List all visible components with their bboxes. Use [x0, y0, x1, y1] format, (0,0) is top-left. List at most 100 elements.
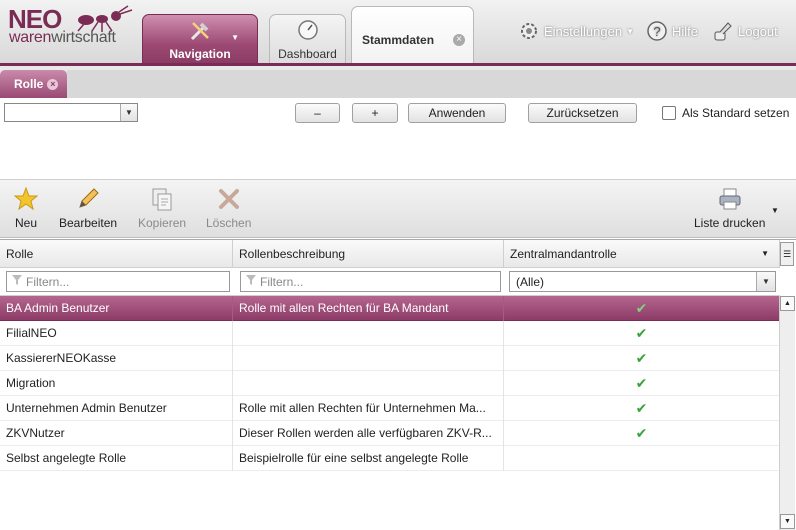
star-icon — [12, 186, 40, 212]
chevron-down-icon[interactable]: ▼ — [756, 272, 775, 291]
tab-navigation-label: Navigation — [169, 47, 231, 61]
remove-filter-button[interactable]: – — [295, 103, 340, 123]
filter-zentral-select[interactable]: (Alle) ▼ — [509, 271, 776, 292]
cell-zentralmandantrolle: ✔ — [504, 321, 780, 346]
checkmark-icon: ✔ — [635, 325, 648, 341]
vertical-scrollbar[interactable]: ▲ ▼ — [779, 296, 795, 530]
tab-rolle[interactable]: Rolle × — [0, 70, 67, 98]
edit-button[interactable]: Bearbeiten — [59, 186, 117, 230]
cell-rolle: FilialNEO — [0, 321, 233, 346]
cell-zentralmandantrolle: ✔ — [504, 346, 780, 371]
help-button[interactable]: ? Hilfe — [646, 19, 698, 43]
logout-label: Logout — [738, 23, 778, 39]
scroll-up-icon[interactable]: ▲ — [780, 296, 795, 311]
table-row[interactable]: BA Admin Benutzer Rolle mit allen Rechten… — [0, 296, 780, 321]
cell-rolle: KassiererNEOKasse — [0, 346, 233, 371]
cell-zentralmandantrolle — [504, 446, 780, 471]
filter-beschreibung-input[interactable]: Filtern... — [240, 271, 501, 292]
add-filter-button[interactable]: + — [352, 103, 398, 123]
printer-icon — [716, 186, 744, 212]
app-logo: NEO warenwirtschaft — [8, 4, 138, 48]
cell-rolle: Migration — [0, 371, 233, 396]
column-header-beschreibung[interactable]: Rollenbeschreibung — [233, 240, 504, 268]
table-row[interactable]: Migration ✔ — [0, 371, 780, 396]
subtab-strip-fill — [67, 70, 796, 98]
column-header-rolle[interactable]: Rolle — [0, 240, 233, 268]
delete-label: Löschen — [206, 216, 252, 230]
column-header-zentral-label: Zentralmandantrolle — [510, 247, 617, 261]
close-icon[interactable]: × — [453, 34, 465, 46]
checkmark-icon: ✔ — [635, 375, 648, 391]
cell-rolle: BA Admin Benutzer — [0, 296, 233, 321]
help-label: Hilfe — [672, 23, 699, 39]
svg-text:?: ? — [653, 24, 660, 39]
cell-rolle: Unternehmen Admin Benutzer — [0, 396, 233, 421]
tab-dashboard[interactable]: Dashboard — [269, 14, 346, 64]
filter-preset-select[interactable]: ▼ — [4, 103, 138, 122]
new-label: Neu — [14, 216, 37, 230]
funnel-icon — [245, 274, 257, 289]
tools-icon — [190, 22, 209, 41]
filter-bar: ▼ – + Anwenden Zurücksetzen Als Standard… — [0, 98, 796, 180]
logout-button[interactable]: Logout — [712, 19, 778, 43]
app-header: NEO warenwirtschaft ▼ Navigation Dashboa… — [0, 0, 796, 66]
column-header-zentralmandantrolle[interactable]: Zentralmandantrolle ▼ — [504, 240, 780, 268]
tab-stammdaten[interactable]: Stammdaten × — [351, 6, 474, 64]
filter-zentral-value: (Alle) — [516, 274, 545, 289]
reset-button[interactable]: Zurücksetzen — [528, 103, 637, 123]
chevron-down-icon[interactable]: ▼ — [761, 240, 769, 268]
pencil-icon — [74, 186, 102, 212]
cell-zentralmandantrolle: ✔ — [504, 371, 780, 396]
chevron-down-icon[interactable]: ▼ — [120, 104, 137, 121]
print-list-label: Liste drucken — [694, 216, 766, 230]
delete-x-icon — [215, 186, 243, 212]
cell-beschreibung: Rolle mit allen Rechten für BA Mandant — [233, 296, 504, 321]
table-row[interactable]: FilialNEO ✔ — [0, 321, 780, 346]
filter-rolle-input[interactable]: Filtern... — [6, 271, 230, 292]
table-row[interactable]: KassiererNEOKasse ✔ — [0, 346, 780, 371]
print-list-button[interactable]: Liste drucken — [694, 186, 765, 230]
apply-button[interactable]: Anwenden — [408, 103, 506, 123]
checkmark-icon: ✔ — [635, 400, 648, 416]
checkmark-icon: ✔ — [635, 425, 648, 441]
grid-header: Rolle Rollenbeschreibung Zentralmandantr… — [0, 240, 780, 268]
column-chooser-icon[interactable]: ☰ — [780, 242, 794, 266]
cell-zentralmandantrolle: ✔ — [504, 421, 780, 446]
set-default-checkbox[interactable] — [662, 106, 676, 120]
gear-icon — [521, 23, 537, 39]
table-row[interactable]: Selbst angelegte Rolle Beispielrolle für … — [0, 446, 780, 471]
cell-rolle: Selbst angelegte Rolle — [0, 446, 233, 471]
cell-beschreibung — [233, 346, 504, 371]
cell-rolle: ZKVNutzer — [0, 421, 233, 446]
filter-beschreibung-placeholder: Filtern... — [260, 274, 304, 289]
chevron-down-icon[interactable]: ▼ — [771, 206, 779, 215]
cell-beschreibung: Rolle mit allen Rechten für Unternehmen … — [233, 396, 504, 421]
toolbar: Neu Bearbeiten Kopieren Löschen Liste dr… — [0, 180, 796, 238]
table-row[interactable]: Unternehmen Admin Benutzer Rolle mit alle… — [0, 396, 780, 421]
settings-menu[interactable]: Einstellungen ▼ — [518, 19, 634, 43]
checkmark-icon: ✔ — [635, 300, 648, 316]
set-default-label: Als Standard setzen — [682, 106, 790, 120]
funnel-icon — [11, 274, 23, 289]
tab-rolle-label: Rolle — [14, 77, 44, 91]
copy-icon — [148, 186, 176, 212]
cell-beschreibung — [233, 371, 504, 396]
tab-dashboard-label: Dashboard — [278, 47, 337, 61]
grid-body: BA Admin Benutzer Rolle mit allen Rechten… — [0, 296, 780, 471]
cell-beschreibung: Beispielrolle für eine selbst angelegte … — [233, 446, 504, 471]
close-icon[interactable]: × — [47, 78, 59, 90]
set-default-option[interactable]: Als Standard setzen — [662, 106, 789, 120]
gauge-icon — [297, 20, 318, 40]
subtab-strip: Rolle × — [0, 66, 796, 98]
filter-rolle-placeholder: Filtern... — [26, 274, 70, 289]
cell-zentralmandantrolle: ✔ — [504, 396, 780, 421]
table-row[interactable]: ZKVNutzer Dieser Rollen werden alle verfü… — [0, 421, 780, 446]
tab-navigation[interactable]: ▼ Navigation — [142, 14, 258, 64]
logout-icon — [714, 22, 732, 41]
scroll-down-icon[interactable]: ▼ — [780, 514, 795, 529]
copy-button[interactable]: Kopieren — [138, 186, 186, 230]
new-button[interactable]: Neu — [12, 186, 40, 230]
grid-filter-row: Filtern... Filtern... (Alle) ▼ — [0, 268, 780, 296]
checkmark-icon: ✔ — [635, 350, 648, 366]
delete-button[interactable]: Löschen — [206, 186, 251, 230]
